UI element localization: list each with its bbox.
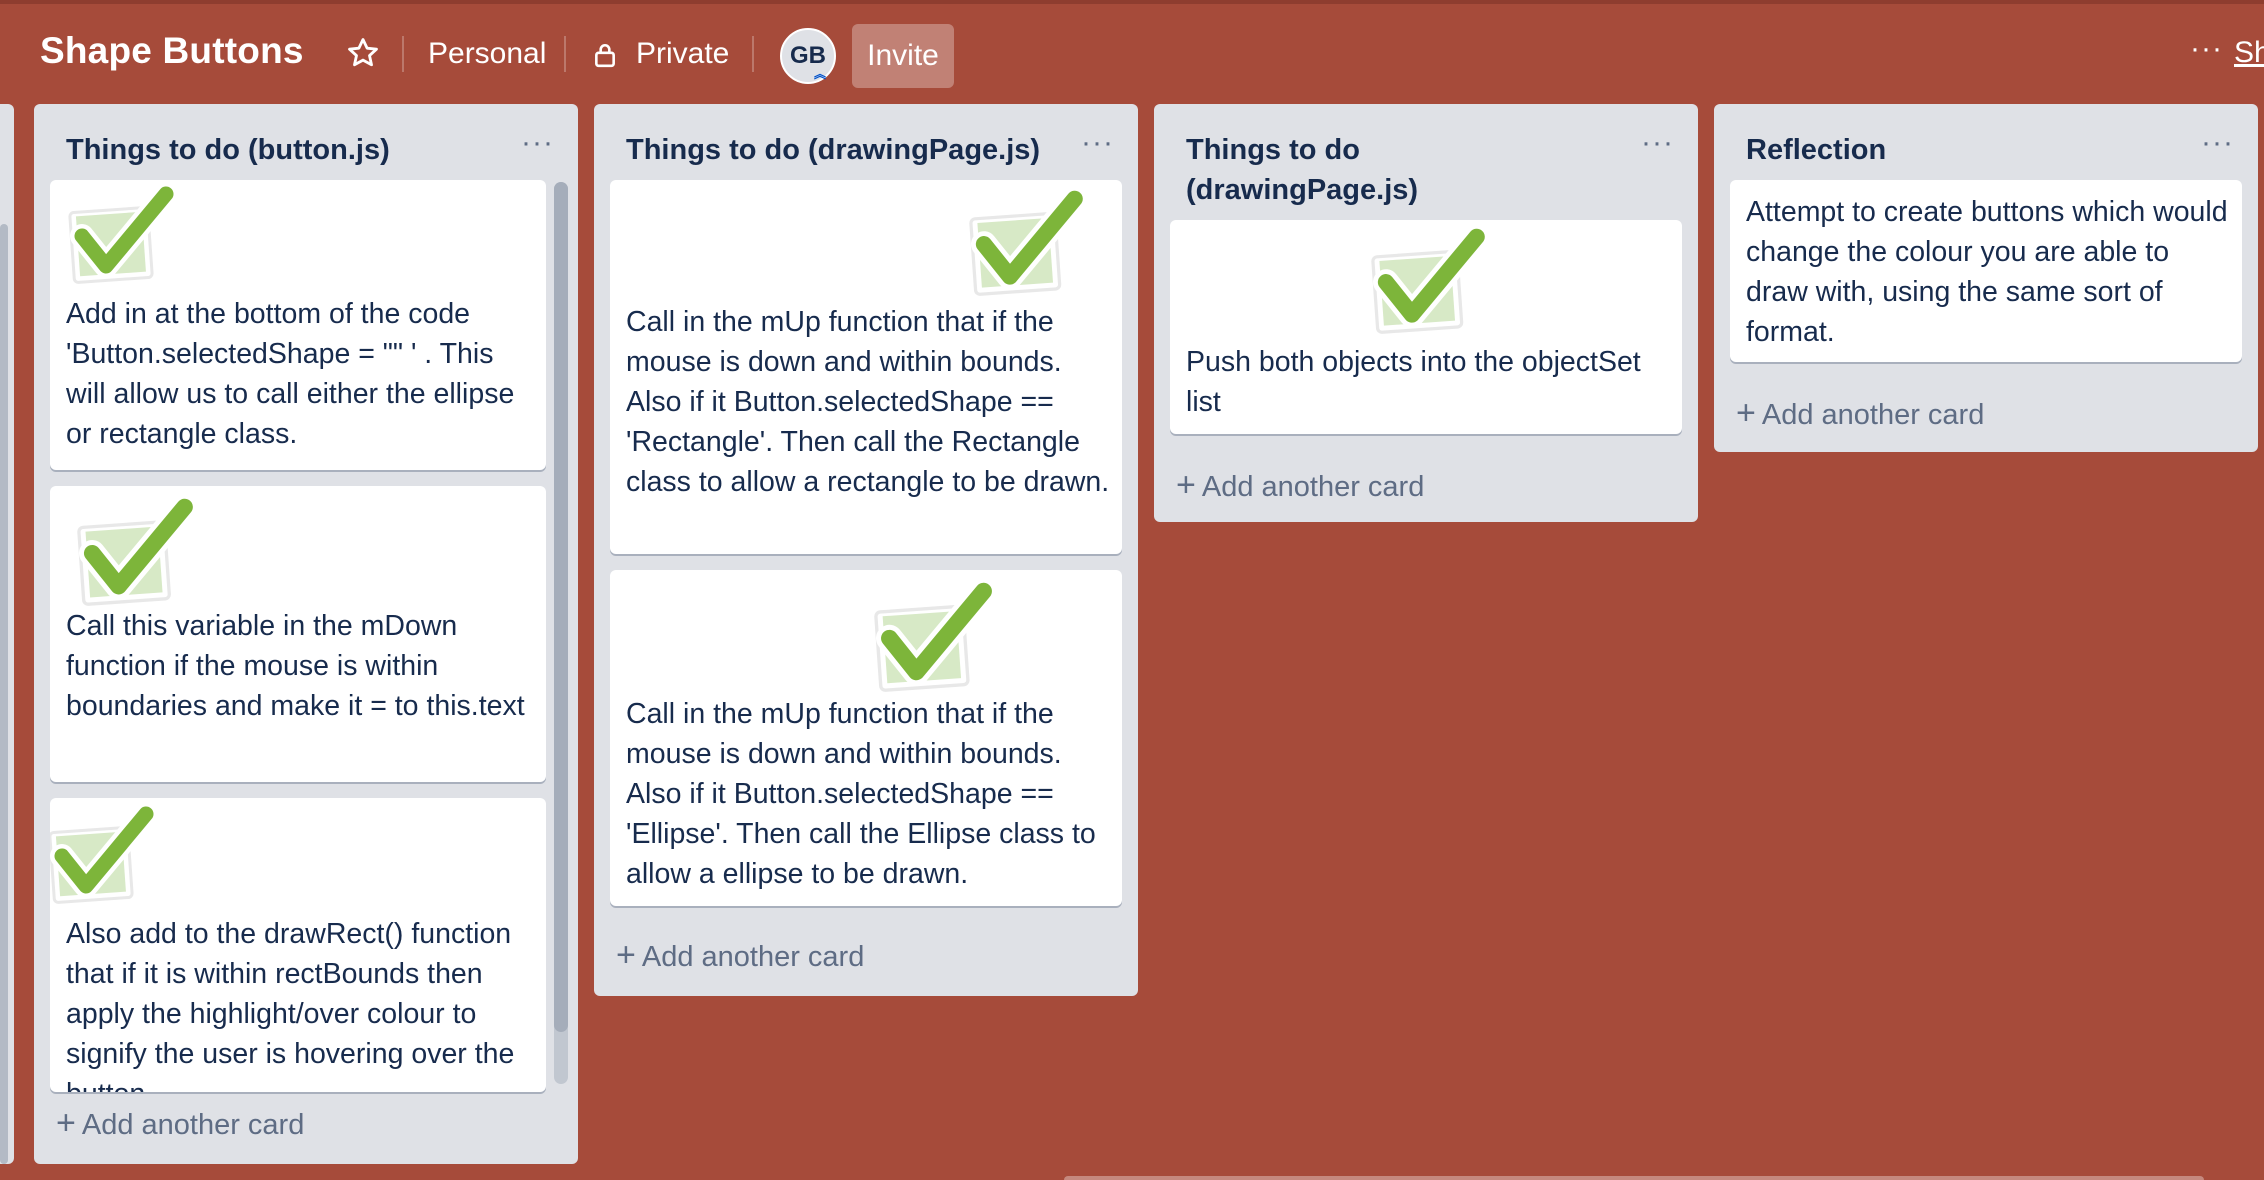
card[interactable]: Push both objects into the objectSet lis… [1170, 220, 1682, 434]
card-text: Call in the mUp function that if the mou… [626, 698, 1096, 890]
add-card-button[interactable]: + Add another card [56, 1104, 304, 1143]
list-title[interactable]: Reflection [1746, 130, 1886, 170]
add-card-button[interactable]: + Add another card [1176, 466, 1424, 505]
add-card-label: Add another card [641, 941, 865, 973]
card[interactable]: Call in the mUp function that if the mou… [610, 180, 1122, 554]
add-card-button[interactable]: + Add another card [1736, 394, 1984, 433]
card[interactable]: Call in the mUp function that if the mou… [610, 570, 1122, 906]
list-reflection: Reflection ··· Attempt to create buttons… [1714, 104, 2258, 452]
card-text: Attempt to create buttons which would ch… [1746, 196, 2228, 348]
card-text: Push both objects into the objectSet lis… [1186, 346, 1641, 418]
plus-icon: + [56, 1104, 76, 1142]
card-text: Add in at the bottom of the code 'Button… [66, 298, 515, 450]
invite-button[interactable]: Invite [852, 24, 954, 88]
plus-icon: + [1176, 466, 1196, 504]
card[interactable]: Also add to the drawRect() function that… [50, 798, 546, 1092]
add-card-label: Add another card [1761, 399, 1985, 431]
member-avatar[interactable]: GB ︽ [780, 28, 836, 84]
card[interactable]: Add in at the bottom of the code 'Button… [50, 180, 546, 470]
list-title[interactable]: Things to do (drawingPage.js) [1186, 130, 1566, 210]
list-things-to-do-button-js: Things to do (button.js) ··· Add in at t… [34, 104, 578, 1164]
show-menu-link[interactable]: Sh [2234, 36, 2264, 70]
plus-icon: + [616, 936, 636, 974]
card-text: Also add to the drawRect() function that… [66, 918, 515, 1092]
checkmark-icon [874, 580, 996, 692]
card[interactable]: Call this variable in the mDown function… [50, 486, 546, 782]
header-divider [402, 36, 404, 72]
board-header: Shape Buttons Personal Private GB ︽ Invi… [0, 4, 2264, 104]
list-menu-icon[interactable]: ··· [521, 126, 554, 160]
board-menu-icon[interactable]: ··· [2190, 32, 2223, 66]
list-menu-icon[interactable]: ··· [2201, 126, 2234, 160]
board-title[interactable]: Shape Buttons [40, 30, 304, 72]
visibility-button[interactable]: Private [636, 32, 729, 76]
checkmark-icon [68, 184, 176, 284]
list-things-to-do-drawingpage-js-2: Things to do (drawingPage.js) ··· Push b… [1154, 104, 1698, 522]
card-text: Call in the mUp function that if the mou… [626, 306, 1110, 498]
list-things-to-do-drawingpage-js: Things to do (drawingPage.js) ··· Call i… [594, 104, 1138, 996]
add-card-label: Add another card [1201, 471, 1425, 503]
checkmark-icon [1371, 226, 1488, 334]
team-button[interactable]: Personal [428, 32, 546, 76]
checkmark-icon [77, 496, 196, 606]
list-menu-icon[interactable]: ··· [1081, 126, 1114, 160]
avatar-initials: GB [790, 42, 826, 69]
checkmark-icon [969, 188, 1086, 296]
board: Shape Buttons Personal Private GB ︽ Invi… [0, 0, 2264, 1180]
board-horizontal-scrollbar[interactable] [1064, 1176, 2204, 1180]
star-icon[interactable] [346, 36, 380, 70]
card-text: Call this variable in the mDown function… [66, 610, 525, 722]
add-card-button[interactable]: + Add another card [616, 936, 864, 975]
header-divider [752, 36, 754, 72]
header-divider [564, 36, 566, 72]
list-title[interactable]: Things to do (drawingPage.js) [626, 130, 1040, 170]
list-scrollbar-thumb[interactable] [554, 182, 568, 1032]
list-title[interactable]: Things to do (button.js) [66, 130, 390, 170]
previous-list-edge [0, 104, 14, 1164]
checkmark-icon [50, 804, 156, 904]
add-card-label: Add another card [81, 1109, 305, 1141]
scrollbar-thumb[interactable] [0, 224, 8, 1164]
list-menu-icon[interactable]: ··· [1641, 126, 1674, 160]
plus-icon: + [1736, 394, 1756, 432]
admin-chevron-icon: ︽ [813, 67, 826, 81]
card[interactable]: Attempt to create buttons which would ch… [1730, 180, 2242, 362]
lock-icon [595, 43, 615, 68]
